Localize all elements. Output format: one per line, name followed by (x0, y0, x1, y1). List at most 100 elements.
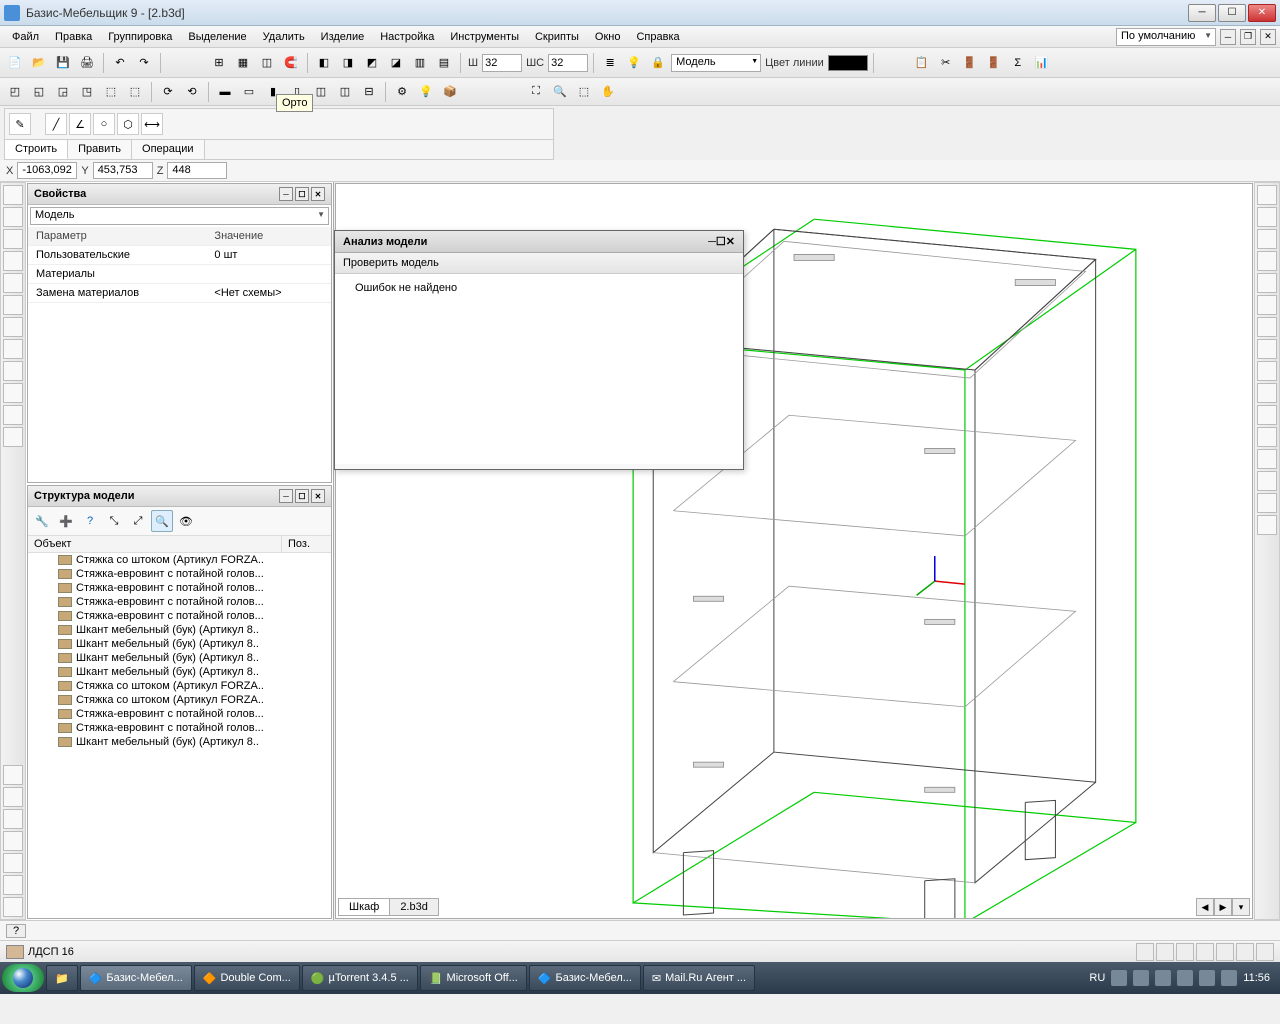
rail-icon[interactable] (1257, 361, 1277, 381)
panel-restore-icon[interactable]: ☐ (295, 187, 309, 201)
rail-icon[interactable] (1257, 515, 1277, 535)
rail-icon[interactable] (3, 831, 23, 851)
tray-icon[interactable] (1155, 970, 1171, 986)
panel-minimize-icon[interactable]: ─ (279, 187, 293, 201)
save-icon[interactable]: 💾 (52, 52, 74, 74)
status-icon[interactable] (1136, 943, 1154, 961)
bulb-icon[interactable]: 💡 (623, 52, 645, 74)
tree-item[interactable]: Стяжка-евровинт с потайной голов... (28, 609, 331, 623)
tree-item[interactable]: Стяжка со штоком (Артикул FORZA.. (28, 679, 331, 693)
help-icon[interactable]: ? (79, 510, 101, 532)
nav-menu-icon[interactable]: ▾ (1232, 898, 1250, 916)
wc-input[interactable] (548, 54, 588, 72)
rail-icon[interactable] (1257, 317, 1277, 337)
eye-icon[interactable]: 👁 (175, 510, 197, 532)
linecolor-swatch[interactable] (828, 55, 868, 71)
tool-icon[interactable]: 🔧 (31, 510, 53, 532)
tree-item[interactable]: Стяжка-евровинт с потайной голов... (28, 595, 331, 609)
status-icon[interactable] (1196, 943, 1214, 961)
close-button[interactable]: ✕ (1248, 4, 1276, 22)
doc-close-button[interactable]: ✕ (1260, 29, 1276, 45)
taskbar-item[interactable]: 📗Microsoft Off... (420, 965, 527, 991)
line-icon[interactable]: ╱ (45, 113, 67, 135)
zoom-window-icon[interactable]: ⬚ (573, 81, 595, 103)
menu-file[interactable]: Файл (4, 29, 47, 45)
tool-icon[interactable]: ◩ (361, 52, 383, 74)
menu-group[interactable]: Группировка (100, 29, 180, 45)
rail-icon[interactable] (3, 339, 23, 359)
panel-close-icon[interactable]: ✕ (311, 489, 325, 503)
layers-icon[interactable]: ≣ (599, 52, 621, 74)
sigma-icon[interactable]: Σ (1007, 52, 1029, 74)
add-icon[interactable]: ➕ (55, 510, 77, 532)
zoom-icon[interactable]: 🔍 (549, 81, 571, 103)
box-icon[interactable]: ▬ (214, 81, 236, 103)
x-value[interactable]: -1063,092 (17, 162, 77, 179)
table-row[interactable]: Пользовательские0 шт (28, 246, 331, 265)
panel-minimize-icon[interactable]: ─ (279, 489, 293, 503)
tray-icon[interactable] (1133, 970, 1149, 986)
menu-window[interactable]: Окно (587, 29, 629, 45)
redo-icon[interactable]: ↷ (133, 52, 155, 74)
refresh-icon[interactable]: ⟳ (157, 81, 179, 103)
new-icon[interactable]: 📄 (4, 52, 26, 74)
rail-icon[interactable] (1257, 185, 1277, 205)
nav-prev-icon[interactable]: ◀ (1196, 898, 1214, 916)
rail-icon[interactable] (1257, 471, 1277, 491)
bulb-icon[interactable]: 💡 (415, 81, 437, 103)
undo-icon[interactable]: ↶ (109, 52, 131, 74)
rail-icon[interactable] (3, 897, 23, 917)
tool-icon[interactable]: ◧ (313, 52, 335, 74)
tray-icon[interactable] (1177, 970, 1193, 986)
rail-icon[interactable] (3, 273, 23, 293)
search-icon[interactable]: 🔍 (151, 510, 173, 532)
collapse-icon[interactable]: ⤡ (103, 510, 125, 532)
menu-scripts[interactable]: Скрипты (527, 29, 587, 45)
status-icon[interactable] (1176, 943, 1194, 961)
box-icon[interactable]: ⊟ (358, 81, 380, 103)
door-icon[interactable]: 🚪 (959, 52, 981, 74)
view-icon[interactable]: ⬚ (124, 81, 146, 103)
dimension-icon[interactable]: ⟷ (141, 113, 163, 135)
taskbar-item[interactable]: 🔶Double Com... (194, 965, 300, 991)
rail-icon[interactable] (1257, 493, 1277, 513)
grid-icon[interactable]: ▦ (232, 52, 254, 74)
tray-clock[interactable]: 11:56 (1243, 972, 1270, 984)
table-row[interactable]: Замена материалов<Нет схемы> (28, 284, 331, 303)
open-icon[interactable]: 📂 (28, 52, 50, 74)
doc-restore-button[interactable]: ❐ (1240, 29, 1256, 45)
tree-item[interactable]: Шкант мебельный (бук) (Артикул 8.. (28, 665, 331, 679)
rail-icon[interactable] (3, 361, 23, 381)
viewport-tab[interactable]: Шкаф (338, 898, 390, 916)
rail-icon[interactable] (3, 251, 23, 271)
lock-icon[interactable]: 🔒 (647, 52, 669, 74)
taskbar-item[interactable]: 📁 (46, 965, 78, 991)
structure-tree[interactable]: Стяжка со штоком (Артикул FORZA.. Стяжка-… (28, 553, 331, 918)
status-icon[interactable] (1216, 943, 1234, 961)
tab-edit[interactable]: Править (68, 140, 132, 159)
hexagon-icon[interactable]: ⬡ (117, 113, 139, 135)
properties-selector[interactable]: Модель (30, 207, 329, 225)
collapse-icon[interactable]: ⤢ (127, 510, 149, 532)
y-value[interactable]: 453,753 (93, 162, 153, 179)
tree-item[interactable]: Стяжка со штоком (Артикул FORZA.. (28, 693, 331, 707)
status-icon[interactable] (1256, 943, 1274, 961)
rail-icon[interactable] (3, 853, 23, 873)
start-button[interactable] (2, 964, 44, 992)
panel-close-icon[interactable]: ✕ (311, 187, 325, 201)
rail-icon[interactable] (1257, 251, 1277, 271)
view-icon[interactable]: ◳ (76, 81, 98, 103)
rail-icon[interactable] (3, 207, 23, 227)
magnet-icon[interactable]: 🧲 (280, 52, 302, 74)
print-icon[interactable]: 🖨 (76, 52, 98, 74)
tool-icon[interactable]: ▥ (409, 52, 431, 74)
tray-icon[interactable] (1199, 970, 1215, 986)
zoom-fit-icon[interactable]: ⛶ (525, 81, 547, 103)
panel-minimize-icon[interactable]: ─ (708, 236, 716, 248)
refresh-icon[interactable]: ⟲ (181, 81, 203, 103)
tray-icon[interactable] (1221, 970, 1237, 986)
rail-icon[interactable] (1257, 229, 1277, 249)
menu-product[interactable]: Изделие (313, 29, 373, 45)
angle-icon[interactable]: ∠ (69, 113, 91, 135)
menu-tools[interactable]: Инструменты (442, 29, 527, 45)
